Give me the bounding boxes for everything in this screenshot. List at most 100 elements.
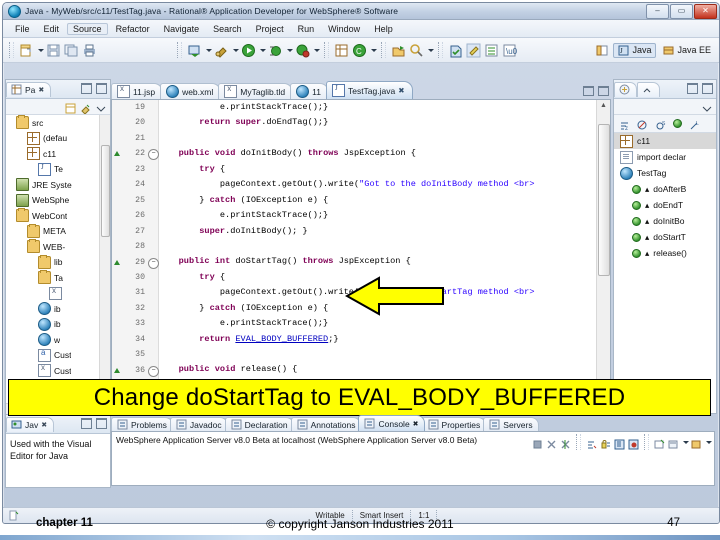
view-menu-icon[interactable] bbox=[668, 437, 679, 448]
open-console-icon[interactable] bbox=[654, 437, 665, 448]
bottom-tab-declaration[interactable]: Declaration bbox=[224, 417, 294, 431]
tree-item[interactable]: w bbox=[6, 332, 110, 348]
menu-item-source[interactable]: Source bbox=[67, 22, 108, 35]
code-line[interactable]: try { bbox=[158, 162, 597, 177]
tree-item[interactable]: Ta bbox=[6, 270, 110, 286]
menu-item-help[interactable]: Help bbox=[368, 23, 399, 35]
bottom-tab-annotations[interactable]: Annotations bbox=[290, 417, 362, 431]
new-package-icon[interactable] bbox=[334, 43, 349, 58]
tree-item[interactable]: JRE Syste bbox=[6, 177, 110, 193]
close-button[interactable]: ✕ bbox=[694, 4, 717, 19]
editor-vertical-scrollbar[interactable]: ▲ ▼ bbox=[596, 100, 610, 398]
scroll-lock-icon[interactable] bbox=[600, 437, 611, 448]
new-console-icon[interactable] bbox=[691, 437, 702, 448]
menu-item-window[interactable]: Window bbox=[322, 23, 366, 35]
code-line[interactable] bbox=[158, 131, 597, 146]
close-icon[interactable]: ✖ bbox=[398, 86, 404, 95]
package-explorer-view-controls[interactable] bbox=[81, 83, 107, 94]
display-selected-console-icon[interactable] bbox=[628, 437, 639, 449]
source-code[interactable]: e.printStackTrace();} return super.doEnd… bbox=[158, 100, 597, 398]
toolbar-grip-2[interactable] bbox=[324, 42, 330, 58]
print-icon[interactable] bbox=[82, 43, 97, 58]
package-explorer-tree[interactable]: src (defau c11 Te JRE Syste WebSphe WebCont MET… bbox=[6, 115, 110, 415]
deploy-icon[interactable] bbox=[187, 43, 202, 58]
code-line[interactable] bbox=[158, 239, 597, 254]
new-class-dropdown-icon[interactable] bbox=[370, 43, 378, 58]
tree-item[interactable]: lib bbox=[6, 254, 110, 271]
explorer-vertical-scrollbar[interactable] bbox=[99, 115, 110, 415]
save-all-icon[interactable] bbox=[64, 43, 79, 58]
close-icon[interactable]: ✖ bbox=[38, 86, 44, 94]
code-line[interactable]: return super.doEndTag();} bbox=[158, 115, 597, 130]
menu-item-project[interactable]: Project bbox=[250, 23, 290, 35]
toolbar-grip-4[interactable] bbox=[438, 42, 444, 58]
editor-view-controls[interactable] bbox=[583, 86, 609, 96]
outline-item[interactable]: c11 bbox=[614, 133, 716, 149]
tree-item[interactable]: WebSphe bbox=[6, 193, 110, 209]
maximize-editor-icon[interactable] bbox=[598, 86, 609, 96]
bottom-tab-javadoc[interactable]: Javadoc bbox=[169, 417, 228, 431]
deploy-dropdown-icon[interactable] bbox=[205, 43, 213, 58]
maximize-view-icon[interactable] bbox=[96, 83, 107, 94]
code-line[interactable]: public void release() { bbox=[158, 362, 597, 377]
tree-item[interactable]: META bbox=[6, 223, 110, 240]
tree-item[interactable]: WebCont bbox=[6, 208, 110, 224]
outline-item[interactable]: ▴ doStartT bbox=[614, 229, 716, 245]
remove-all-launches-icon[interactable] bbox=[560, 437, 571, 449]
debug-icon[interactable] bbox=[268, 43, 283, 58]
new-console-dropdown-icon[interactable] bbox=[705, 435, 712, 450]
link-with-editor-icon[interactable] bbox=[80, 101, 91, 115]
code-line[interactable]: public void doInitBody() throws JspExcep… bbox=[158, 146, 597, 161]
fold-toggle-icon[interactable]: − bbox=[148, 365, 159, 377]
code-area[interactable]: 1920212223242526272829303132333435363738… bbox=[111, 99, 611, 412]
editor-tab-web-xml[interactable]: web.xml bbox=[160, 83, 222, 99]
profile-dropdown-icon[interactable] bbox=[313, 43, 321, 58]
scroll-up-icon[interactable]: ▲ bbox=[598, 101, 609, 112]
minimize-editor-icon[interactable] bbox=[583, 86, 594, 96]
console-menu-dropdown-icon[interactable] bbox=[682, 435, 689, 450]
minimize-button[interactable]: – bbox=[646, 4, 669, 19]
perspective-java[interactable]: J Java bbox=[613, 42, 657, 58]
sort-icon[interactable]: z bbox=[619, 118, 630, 132]
tree-item[interactable]: src bbox=[6, 115, 110, 131]
explorer-vscroll-thumb[interactable] bbox=[101, 145, 110, 237]
close-icon[interactable]: ✖ bbox=[413, 420, 419, 428]
code-line[interactable]: return EVAL_BODY_BUFFERED;} bbox=[158, 332, 597, 347]
new-icon[interactable] bbox=[19, 43, 34, 58]
highlight-icon[interactable] bbox=[466, 43, 481, 58]
code-line[interactable]: e.printStackTrace();} bbox=[158, 208, 597, 223]
toolbar-grip[interactable] bbox=[9, 42, 14, 58]
menu-item-navigate[interactable]: Navigate bbox=[158, 23, 206, 35]
tree-item[interactable]: Cust bbox=[6, 348, 110, 364]
collapse-all-icon[interactable] bbox=[65, 101, 76, 114]
outline-item[interactable]: ▴ doEndT bbox=[614, 197, 716, 213]
close-icon[interactable]: ✖ bbox=[41, 421, 47, 429]
search-icon[interactable] bbox=[409, 43, 424, 58]
next-annotation-icon[interactable] bbox=[448, 43, 463, 58]
minimize-view-icon[interactable] bbox=[687, 83, 698, 94]
editor-vscroll-thumb[interactable] bbox=[598, 124, 610, 276]
editor-tab-mytaglib-tld[interactable]: MyTaglib.tld bbox=[218, 83, 294, 99]
hide-static-icon[interactable]: S bbox=[655, 118, 666, 130]
maximize-button[interactable]: ▭ bbox=[670, 4, 693, 19]
outline-item[interactable]: ▴ doInitBo bbox=[614, 213, 716, 229]
save-icon[interactable] bbox=[46, 43, 61, 58]
bottom-tab-properties[interactable]: Properties bbox=[421, 417, 487, 431]
hide-nonpublic-icon[interactable] bbox=[673, 119, 682, 128]
external-tools-icon[interactable] bbox=[214, 43, 229, 58]
tab-outline[interactable] bbox=[614, 81, 637, 97]
minimize-view-icon[interactable] bbox=[81, 418, 92, 429]
tree-item[interactable]: ib bbox=[6, 301, 110, 317]
minimize-view-icon[interactable] bbox=[81, 83, 92, 94]
toolbar-grip-run[interactable] bbox=[177, 42, 183, 58]
outline-item[interactable]: import declar bbox=[614, 149, 716, 165]
outline-tree[interactable]: c11 import declar TestTag ▴ doAfterB ▴ doEndT ▴… bbox=[614, 133, 716, 261]
outline-item[interactable]: TestTag bbox=[614, 165, 716, 181]
toggle-block-selection-icon[interactable]: \u00b6 bbox=[502, 43, 517, 58]
tab-java-visual[interactable]: Jav ✖ bbox=[6, 416, 55, 432]
menu-item-refactor[interactable]: Refactor bbox=[110, 23, 156, 35]
tree-item[interactable]: Cust bbox=[6, 363, 110, 379]
menu-item-file[interactable]: File bbox=[9, 23, 36, 35]
profile-icon[interactable] bbox=[295, 43, 310, 58]
tree-item[interactable] bbox=[6, 286, 110, 302]
